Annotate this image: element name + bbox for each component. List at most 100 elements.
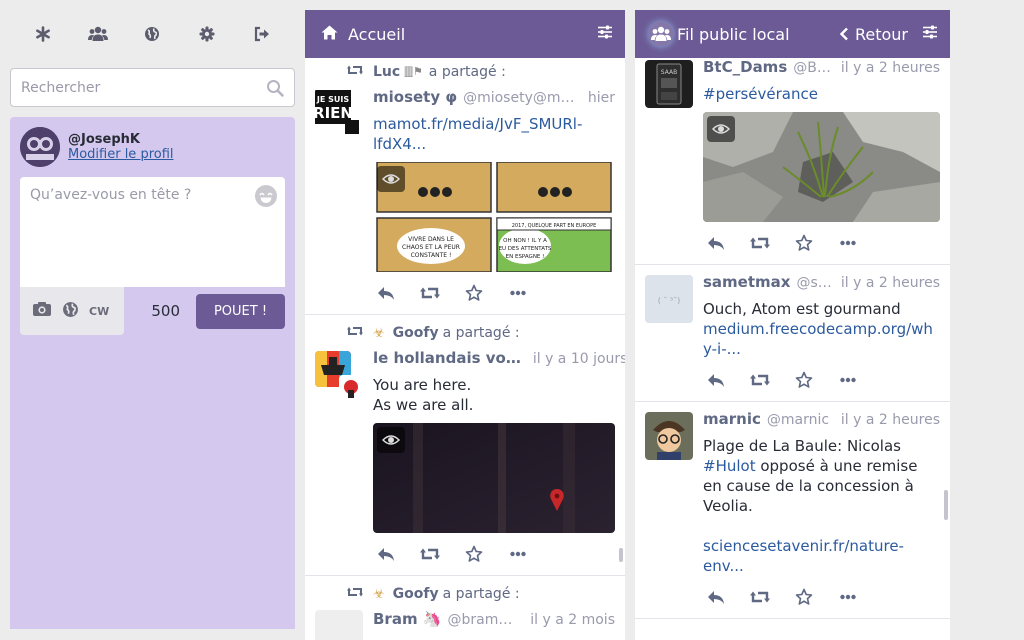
display-name[interactable]: marnic	[703, 410, 761, 428]
more-icon[interactable]	[837, 369, 859, 391]
svg-text:JE SUIS: JE SUIS	[316, 95, 349, 104]
reblogger-name[interactable]: Luc	[373, 64, 400, 80]
status-text: opposé à une remise	[755, 457, 918, 475]
navigation-bar: @JosephK Modifier le profil	[20, 127, 285, 167]
timestamp[interactable]: il y a 10 jours	[533, 351, 625, 367]
avatar[interactable]	[645, 412, 693, 460]
column-settings-icon[interactable]	[922, 24, 938, 44]
avatar[interactable]	[20, 127, 60, 167]
users-icon[interactable]	[78, 14, 118, 54]
status-text: Veolia.	[703, 497, 753, 515]
display-name[interactable]: sametmax	[703, 273, 790, 291]
timestamp[interactable]: il y a 2 heures	[841, 275, 940, 291]
status-header: marnic @marnic il y a 2 heures	[703, 410, 940, 432]
status[interactable]: marnic @marnic il y a 2 heures Plage de …	[635, 402, 950, 619]
reply-icon[interactable]	[375, 543, 397, 565]
users-icon	[649, 22, 673, 46]
status-actions	[703, 369, 940, 391]
status-link[interactable]: lfdX4...	[373, 135, 426, 153]
account-handle[interactable]: @marnic	[767, 412, 835, 428]
boost-icon[interactable]	[749, 232, 771, 254]
display-name[interactable]: Bram 🦄	[373, 610, 441, 628]
account-handle[interactable]: @miosety@ma…	[463, 90, 582, 106]
boost-icon[interactable]	[419, 543, 441, 565]
boost-icon[interactable]	[749, 586, 771, 608]
account-handle[interactable]: @bram@…	[447, 612, 524, 628]
display-name[interactable]: BtC_Dams	[703, 58, 787, 76]
display-name[interactable]: le hollandais vo…	[373, 349, 521, 367]
favourite-icon[interactable]	[463, 543, 485, 565]
favourite-icon[interactable]	[463, 282, 485, 304]
column-settings-icon[interactable]	[597, 24, 613, 44]
globe-icon[interactable]	[62, 301, 79, 322]
compose-tools: CW	[20, 287, 124, 335]
reblogger-name[interactable]: Goofy	[393, 325, 439, 341]
more-icon[interactable]	[507, 543, 529, 565]
more-icon[interactable]	[507, 282, 529, 304]
avatar[interactable]: SAAB	[645, 60, 693, 108]
status[interactable]: Luc 🀫⚑ a partagé : JE SUIS RIEN miosety φ…	[305, 58, 625, 315]
account-handle[interactable]: @sa…	[796, 275, 834, 291]
timestamp[interactable]: il y a 2 mois	[530, 612, 615, 628]
profile-handle[interactable]: @JosephK	[68, 132, 174, 147]
svg-text:CONSTANTE !: CONSTANTE !	[411, 252, 452, 259]
emoji-picker-icon[interactable]	[255, 185, 277, 207]
media-gallery[interactable]	[703, 112, 940, 222]
avatar[interactable]: JE SUIS RIEN	[315, 88, 363, 136]
sign-out-icon[interactable]	[242, 14, 282, 54]
status-link[interactable]: env...	[703, 557, 744, 575]
reblogger-name[interactable]: Goofy	[393, 586, 439, 602]
column-title: Fil public local	[677, 24, 790, 44]
favourite-icon[interactable]	[793, 369, 815, 391]
search-input[interactable]	[11, 69, 294, 106]
edit-profile-link[interactable]: Modifier le profil	[68, 147, 174, 162]
gear-icon[interactable]	[187, 14, 227, 54]
eye-icon[interactable]	[707, 116, 735, 142]
status[interactable]: ☣ Goofy a partagé : Bram 🦄 @bram@… il y …	[305, 576, 625, 640]
boost-icon[interactable]	[419, 282, 441, 304]
status[interactable]: ( ˘ ³˘) sametmax @sa… il y a 2 heures Ou…	[635, 265, 950, 402]
back-button[interactable]: Retour	[839, 25, 908, 44]
reply-icon[interactable]	[705, 232, 727, 254]
timestamp[interactable]: il y a 2 heures	[841, 412, 940, 428]
column-header[interactable]: Accueil	[305, 10, 625, 58]
status[interactable]: SAAB BtC_Dams @Bt… il y a 2 heures #pers…	[635, 58, 950, 265]
scrollbar[interactable]	[619, 548, 623, 562]
home-column: Accueil Luc 🀫⚑ a partagé : JE SUISRIEN	[305, 10, 625, 640]
status-link[interactable]: mamot.fr/media/JvF_SMURl-	[373, 115, 582, 133]
reply-icon[interactable]	[375, 282, 397, 304]
display-name[interactable]: miosety φ	[373, 88, 457, 106]
eye-icon[interactable]	[377, 427, 405, 453]
more-icon[interactable]	[837, 586, 859, 608]
status-text: Ouch, Atom est gourmand	[703, 300, 901, 318]
more-icon[interactable]	[837, 232, 859, 254]
media-gallery[interactable]: VIVRE DANS LE CHAOS ET LA PEUR CONSTANTE…	[373, 162, 615, 272]
media-gallery[interactable]	[373, 423, 615, 533]
status-link[interactable]: y-i-...	[703, 340, 741, 358]
favourite-icon[interactable]	[793, 586, 815, 608]
favourite-icon[interactable]	[793, 232, 815, 254]
reply-icon[interactable]	[705, 586, 727, 608]
reply-icon[interactable]	[705, 369, 727, 391]
content-warning-button[interactable]: CW	[89, 305, 109, 318]
column-header[interactable]: Fil public local Retour	[635, 10, 950, 58]
camera-icon[interactable]	[32, 301, 52, 321]
globe-icon[interactable]	[132, 14, 172, 54]
account-handle[interactable]: @Bt…	[793, 60, 835, 76]
avatar[interactable]	[315, 610, 363, 640]
toot-button[interactable]: POUET !	[196, 293, 285, 329]
scrollbar[interactable]	[944, 490, 948, 520]
hashtag-link[interactable]: #Hulot	[703, 457, 756, 475]
status-link[interactable]: medium.freecodecamp.org/wh	[703, 320, 933, 338]
avatar[interactable]: ( ˘ ³˘)	[645, 275, 693, 323]
boost-icon[interactable]	[749, 369, 771, 391]
eye-icon[interactable]	[377, 166, 405, 192]
status-link[interactable]: sciencesetavenir.fr/nature-	[703, 537, 904, 555]
asterisk-icon[interactable]	[23, 14, 63, 54]
search-icon[interactable]	[266, 79, 284, 101]
hashtag-link[interactable]: #persévérance	[703, 85, 818, 103]
compose-textarea[interactable]	[20, 177, 285, 287]
timestamp[interactable]: il y a 2 heures	[841, 60, 940, 76]
status[interactable]: ☣ Goofy a partagé : le hollandais vo… il…	[305, 315, 625, 576]
timestamp[interactable]: hier	[588, 90, 615, 106]
